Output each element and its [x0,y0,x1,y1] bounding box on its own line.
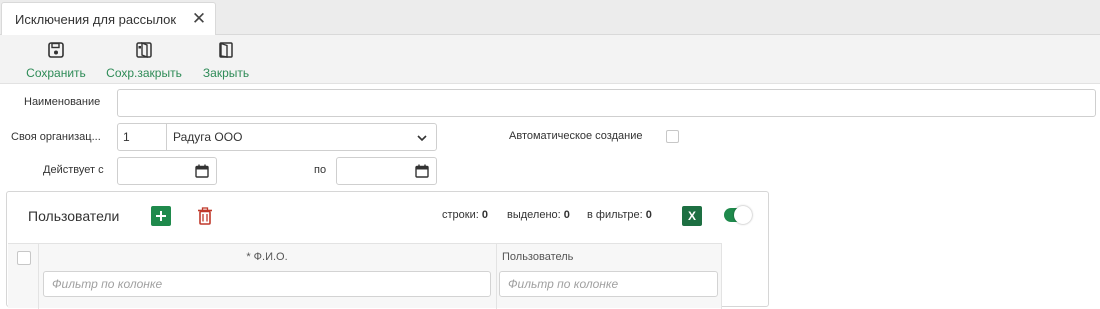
toggle-knob [734,206,752,224]
column-header-user[interactable]: Пользователь [502,251,573,263]
save-close-icon [136,41,152,59]
save-button[interactable]: Сохранить [26,39,86,81]
save-label: Сохранить [26,66,86,80]
rows-label: строки: [442,209,479,221]
name-input[interactable] [117,89,1096,117]
chevron-down-icon[interactable] [416,132,428,144]
tab-bar: Исключения для рассылок ✕ [0,0,1100,36]
filter-input-fio[interactable]: Фильтр по колонке [43,271,491,297]
rows-value: 0 [481,209,488,221]
users-grid: * Ф.И.О. Пользователь Фильтр по колонке … [8,243,722,309]
calendar-icon[interactable] [415,164,429,178]
filtered-value: 0 [645,209,652,221]
save-icon [48,42,64,58]
valid-to-input[interactable] [336,157,437,185]
filter-toggle[interactable] [724,206,752,224]
save-close-label: Сохр.закрыть [106,66,182,80]
filtered-label: в фильтре: [587,209,643,221]
column-header-fio[interactable]: * Ф.И.О. [38,251,496,263]
add-user-button[interactable] [151,206,171,226]
organization-name: Радуга ООО [173,130,243,144]
filtered-count: в фильтре: 0 [587,209,652,221]
valid-to-label: по [314,164,327,176]
close-label: Закрыть [202,66,250,80]
valid-from-label: Действует с [43,164,104,176]
toolbar: Сохранить Сохр.закрыть Закрыть [0,35,1100,84]
close-button[interactable]: Закрыть [202,39,250,81]
users-panel: Пользователи строки: 0 выделено: 0 в фил… [6,191,769,309]
tab-title: Исключения для рассылок [15,12,177,27]
filter-placeholder: Фильтр по колонке [508,277,619,291]
organization-label: Своя организац... [11,131,101,143]
valid-from-input[interactable] [117,157,217,185]
select-all-checkbox[interactable] [17,251,31,265]
organization-select[interactable]: Радуга ООО [166,123,437,151]
column-separator [721,244,722,309]
trash-icon [198,207,212,225]
users-title: Пользователи [28,208,120,224]
excel-export-button[interactable]: X [682,206,702,226]
save-close-button[interactable]: Сохр.закрыть [106,39,182,81]
auto-create-checkbox[interactable] [666,130,679,143]
auto-create-label: Автоматическое создание [509,130,643,142]
selected-value: 0 [563,209,570,221]
filter-input-user[interactable]: Фильтр по колонке [499,271,718,297]
plus-icon [156,211,166,221]
organization-code: 1 [123,130,130,144]
excel-icon: X [687,209,696,223]
tab-mailing-exclusions[interactable]: Исключения для рассылок ✕ [1,2,216,36]
filter-placeholder: Фильтр по колонке [52,277,163,291]
close-icon[interactable]: ✕ [191,10,207,27]
column-separator [496,244,497,309]
organization-code-input[interactable]: 1 [117,123,167,151]
rows-count: строки: 0 [442,209,488,221]
calendar-icon[interactable] [195,164,209,178]
selected-label: выделено: [507,209,561,221]
selected-count: выделено: 0 [507,209,570,221]
delete-user-button[interactable] [195,206,215,226]
door-icon [219,42,233,58]
name-label: Наименование [24,96,101,108]
